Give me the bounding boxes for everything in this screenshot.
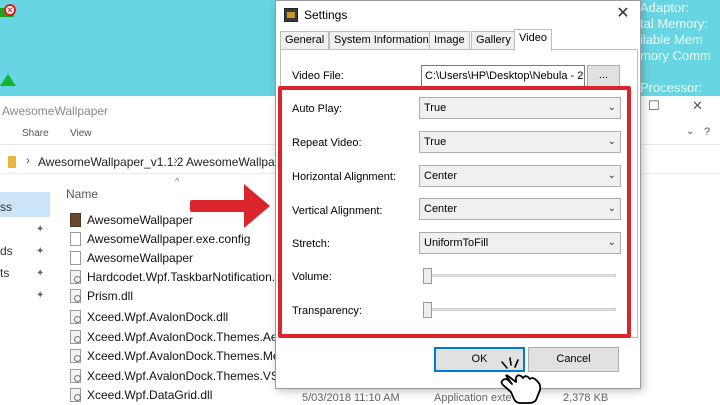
date-modified: 5/03/2018 11:10 AM [302,392,400,404]
list-item[interactable]: AwesomeWallpaper [68,249,308,267]
pin-icon[interactable]: ✦ [36,224,44,235]
list-item[interactable]: Xceed.Wpf.DataGrid.dll [68,386,308,404]
annotation-highlight-box [278,86,631,338]
file-icon [70,232,81,246]
file-name: AwesomeWallpaper [87,251,194,265]
sysinfo-line: Processor: [640,80,703,95]
nav-item-label[interactable]: ss [0,200,12,214]
sysinfo-line: tal Memory: [640,16,708,31]
list-item[interactable]: Xceed.Wpf.AvalonDock.Themes.VS2010 [68,367,308,385]
tab-video[interactable]: Video [514,29,552,51]
file-name: AwesomeWallpaper.exe.config [87,232,251,246]
list-item[interactable]: Xceed.Wpf.AvalonDock.Themes.Metro.d [68,347,308,365]
list-item[interactable]: Xceed.Wpf.AvalonDock.dll [68,308,308,326]
hand-cursor-icon [500,357,542,404]
window-title: AwesomeWallpaper [2,104,109,118]
dialog-title: Settings [304,8,348,22]
sysinfo-line: mory Comm [640,48,711,63]
dll-icon [70,289,81,303]
list-item[interactable]: AwesomeWallpaper.exe.config [68,230,308,248]
breadcrumb-item[interactable]: AwesomeWallpaper_v1.1.2 [38,155,183,169]
sysinfo-line [640,64,720,80]
pin-icon[interactable]: ✦ [36,268,44,279]
tab-gallery[interactable]: Gallery [471,31,516,50]
menu-view[interactable]: View [70,128,92,139]
pin-icon[interactable]: ✦ [36,246,44,257]
list-item[interactable]: Prism.dll [68,287,308,305]
close-icon[interactable]: ✕ [613,4,633,24]
file-name: Xceed.Wpf.DataGrid.dll [87,388,213,402]
tab-strip: General System Information Image Gallery… [280,29,640,51]
tab-image[interactable]: Image [429,31,470,50]
close-icon[interactable]: ✕ [692,99,704,112]
chevron-right-icon: › [174,155,178,167]
browse-button[interactable]: ... [587,65,620,87]
nav-item-label[interactable]: ds [0,244,13,258]
dll-icon [70,388,81,402]
help-icon[interactable]: ? [704,126,716,138]
sort-ascending-icon: ^ [175,176,180,186]
file-name: Xceed.Wpf.AvalonDock.dll [87,310,229,324]
list-item[interactable]: Hardcodet.Wpf.TaskbarNotification.dll [68,268,308,286]
dll-icon [70,310,81,324]
green-triangle-icon [0,74,16,86]
folder-icon [8,156,16,168]
tab-general[interactable]: General [280,31,330,50]
app-shortcut-icon[interactable]: × [0,0,20,20]
file-name: AwesomeWallpaper [87,213,194,227]
list-item[interactable]: Xceed.Wpf.AvalonDock.Themes.Aero.dll [68,328,308,346]
list-item[interactable]: AwesomeWallpaper [68,211,308,229]
sysinfo-line: ilable Mem [640,32,703,47]
nav-item-label[interactable]: ts [0,266,9,280]
app-icon [284,8,298,22]
file-name: Xceed.Wpf.AvalonDock.Themes.Metro.d [87,349,304,363]
app-icon [70,213,81,227]
file-icon [70,251,81,265]
maximize-icon[interactable]: ☐ [648,99,660,112]
annotation-arrow-shaft [190,200,252,212]
chevron-down-icon[interactable]: ⌄ [686,126,698,138]
file-name: Hardcodet.Wpf.TaskbarNotification.dll [87,270,288,284]
pin-icon[interactable]: ✦ [36,290,44,301]
system-info-overlay: Adaptor: tal Memory: ilable Mem mory Com… [640,0,720,96]
column-header-name[interactable]: Name [66,187,98,201]
file-name: Xceed.Wpf.AvalonDock.Themes.VS2010 [87,369,306,383]
file-name: Prism.dll [87,289,134,303]
sysinfo-line: Adaptor: [640,0,690,15]
menu-share[interactable]: Share [22,128,49,139]
file-name: Xceed.Wpf.AvalonDock.Themes.Aero.dll [87,330,304,344]
tab-system-information[interactable]: System Information [329,31,434,50]
file-size: 2,378 KB [563,392,609,404]
dialog-titlebar[interactable]: Settings ✕ [276,1,640,29]
video-file-input[interactable]: C:\Users\HP\Desktop\Nebula - 2 [421,65,585,87]
close-badge-icon: × [4,4,16,16]
video-file-label: Video File: [292,70,344,82]
dll-icon [70,349,81,363]
dll-icon [70,330,81,344]
annotation-arrow-icon [244,184,270,228]
chevron-right-icon: › [26,155,30,167]
dll-icon [70,270,81,284]
dll-icon [70,369,81,383]
